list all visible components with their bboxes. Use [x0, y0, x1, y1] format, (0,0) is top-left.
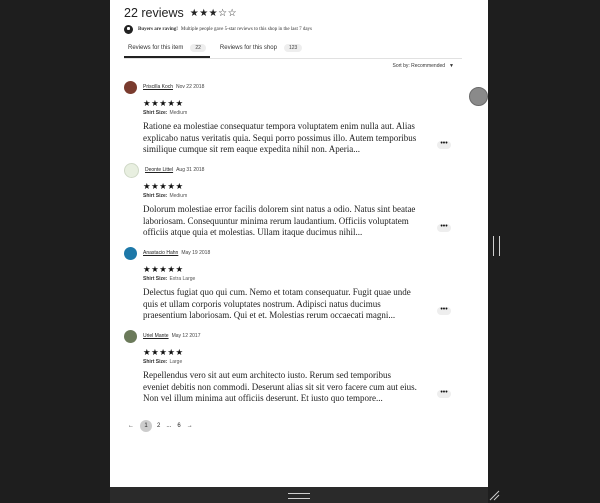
- pagination: ← 1 2 ... 6 →: [128, 420, 199, 432]
- sort-label: Sort by: Recommended: [392, 63, 446, 69]
- review-item: Anastacio Hahn May 19 2018 ★★★★★ Shirt S…: [124, 246, 451, 322]
- tab-label: Reviews for this shop: [219, 45, 277, 51]
- scroll-indicator[interactable]: [469, 87, 488, 106]
- bottom-bar: [110, 487, 488, 503]
- sort-dropdown[interactable]: Sort by: Recommended ▼: [393, 63, 454, 69]
- reviews-header: 22 reviews ★★★☆☆: [124, 6, 237, 20]
- review-date: May 12 2017: [171, 333, 201, 339]
- size-value: Large: [169, 359, 183, 365]
- review-text: Dolorum molestiae error facilis dolorem …: [143, 204, 416, 237]
- size-label: Shirt Size:: [143, 193, 168, 199]
- reviewer-name[interactable]: Deonte Littel: [145, 167, 173, 173]
- review-item: Priscilla Koch Nov 22 2018 ★★★★★ Shirt S…: [124, 80, 451, 156]
- size-label: Shirt Size:: [143, 276, 168, 282]
- size-value: Medium: [169, 193, 188, 199]
- reviewer-name[interactable]: Anastacio Hahn: [143, 250, 178, 256]
- shirt-size: Shirt Size: Extra Large: [143, 276, 444, 282]
- page-ellipsis: ...: [166, 423, 172, 429]
- more-button[interactable]: •••: [437, 306, 451, 315]
- page-2[interactable]: 2: [157, 423, 160, 429]
- review-date: May 19 2018: [181, 250, 211, 256]
- avatar: [124, 162, 139, 178]
- review-text: Ratione ea molestiae consequatur tempora…: [143, 121, 417, 154]
- arrow-right-icon[interactable]: →: [187, 423, 193, 429]
- tab-reviews-item[interactable]: Reviews for this item 22: [124, 40, 210, 58]
- page-last[interactable]: 6: [177, 423, 180, 429]
- size-value: Extra Large: [169, 276, 196, 282]
- review-stars: ★★★★★: [143, 181, 184, 191]
- side-resize-handle[interactable]: [493, 236, 500, 256]
- review-tabs: Reviews for this item 22 Reviews for thi…: [124, 40, 462, 59]
- size-value: Medium: [169, 110, 188, 116]
- reviews-panel: 22 reviews ★★★☆☆ Buyers are raving! Mult…: [110, 0, 488, 487]
- review-item: Uriel Mante May 12 2017 ★★★★★ Shirt Size…: [124, 329, 451, 405]
- notice-text: Multiple people gave 5-star reviews to t…: [180, 27, 312, 32]
- shirt-size: Shirt Size: Medium: [143, 193, 444, 199]
- tab-label: Reviews for this item: [128, 45, 184, 51]
- tab-count-badge: 22: [190, 44, 206, 52]
- reviewer-name[interactable]: Priscilla Koch: [143, 84, 173, 90]
- reviews-title: 22 reviews: [124, 6, 184, 20]
- more-button[interactable]: •••: [437, 140, 451, 149]
- review-text: Delectus fugiat quo qui cum. Nemo et tot…: [143, 287, 411, 320]
- size-label: Shirt Size:: [143, 110, 168, 116]
- review-item: Deonte Littel Aug 31 2018 ★★★★★ Shirt Si…: [124, 162, 451, 239]
- review-date: Aug 31 2018: [176, 167, 205, 173]
- drag-handle-icon[interactable]: [288, 493, 310, 499]
- resize-grip-icon[interactable]: [488, 489, 500, 501]
- avatar: [124, 329, 137, 343]
- avatar: [124, 246, 137, 260]
- tab-reviews-shop[interactable]: Reviews for this shop 123: [216, 40, 306, 56]
- avatar: [124, 80, 137, 94]
- review-stars: ★★★★★: [143, 347, 184, 357]
- tab-count-badge: 123: [283, 44, 303, 52]
- size-label: Shirt Size:: [143, 359, 168, 365]
- review-stars: ★★★★★: [143, 98, 184, 108]
- shirt-size: Shirt Size: Large: [143, 359, 444, 365]
- rating-stars: ★★★☆☆: [189, 7, 238, 19]
- shirt-size: Shirt Size: Medium: [143, 110, 444, 116]
- arrow-left-icon[interactable]: ←: [128, 423, 134, 429]
- reviewer-name[interactable]: Uriel Mante: [143, 333, 169, 339]
- more-button[interactable]: •••: [437, 223, 451, 232]
- review-stars: ★★★★★: [143, 264, 184, 274]
- notice-bold: Buyers are raving!: [138, 27, 178, 32]
- more-button[interactable]: •••: [437, 389, 451, 398]
- review-text: Repellendus vero sit aut eum architecto …: [143, 370, 417, 403]
- caret-down-icon: ▼: [449, 63, 454, 69]
- page-1[interactable]: 1: [140, 420, 152, 432]
- chat-bubble-icon: [124, 25, 133, 34]
- buyers-notice: Buyers are raving! Multiple people gave …: [124, 25, 312, 34]
- review-date: Nov 22 2018: [176, 84, 205, 90]
